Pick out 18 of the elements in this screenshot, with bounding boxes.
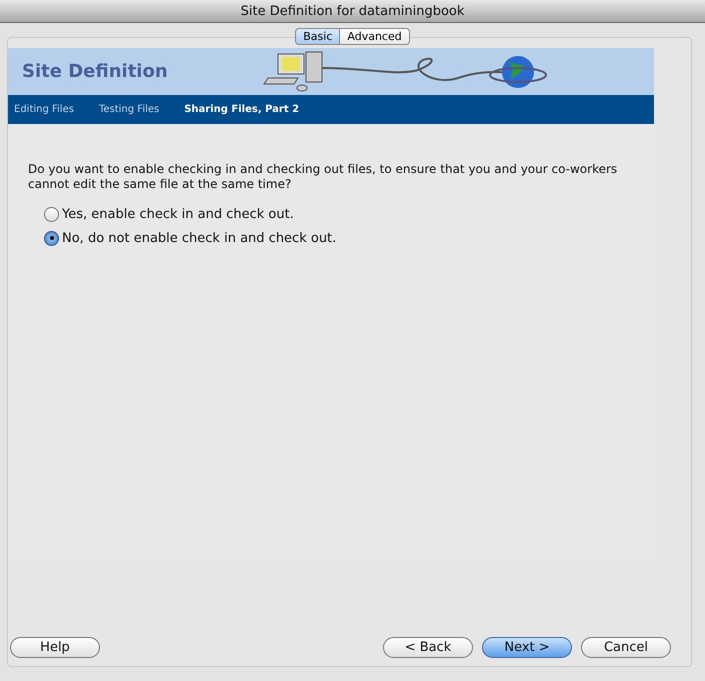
option-label: No, do not enable check in and check out. bbox=[62, 230, 336, 246]
tab[interactable]: Advanced bbox=[340, 28, 410, 45]
radio-option[interactable]: No, do not enable check in and check out. bbox=[44, 226, 654, 250]
radio-option[interactable]: Yes, enable check in and check out. bbox=[44, 202, 654, 226]
step-label: Sharing Files, Part 2 bbox=[184, 104, 300, 115]
banner-title: Site Definition bbox=[22, 61, 168, 82]
step-label: Editing Files bbox=[14, 104, 74, 115]
option-label: Yes, enable check in and check out. bbox=[62, 206, 294, 222]
window-title: Site Definition for dataminingbook bbox=[240, 4, 464, 18]
tab[interactable]: Basic bbox=[295, 28, 340, 45]
radio-button[interactable] bbox=[44, 206, 59, 222]
help-button[interactable]: Help bbox=[10, 637, 100, 658]
radio-button[interactable] bbox=[44, 230, 59, 246]
step-label: Testing Files bbox=[98, 104, 160, 115]
question-text: Do you want to enable checking in and checking out files, to ensure that you and your co-workers cannot edit the same file at the same time? bbox=[28, 162, 618, 192]
dialog-button[interactable]: Next > bbox=[482, 637, 572, 658]
dialog-button[interactable]: Cancel bbox=[581, 637, 671, 658]
dialog-button[interactable]: < Back bbox=[383, 637, 473, 658]
